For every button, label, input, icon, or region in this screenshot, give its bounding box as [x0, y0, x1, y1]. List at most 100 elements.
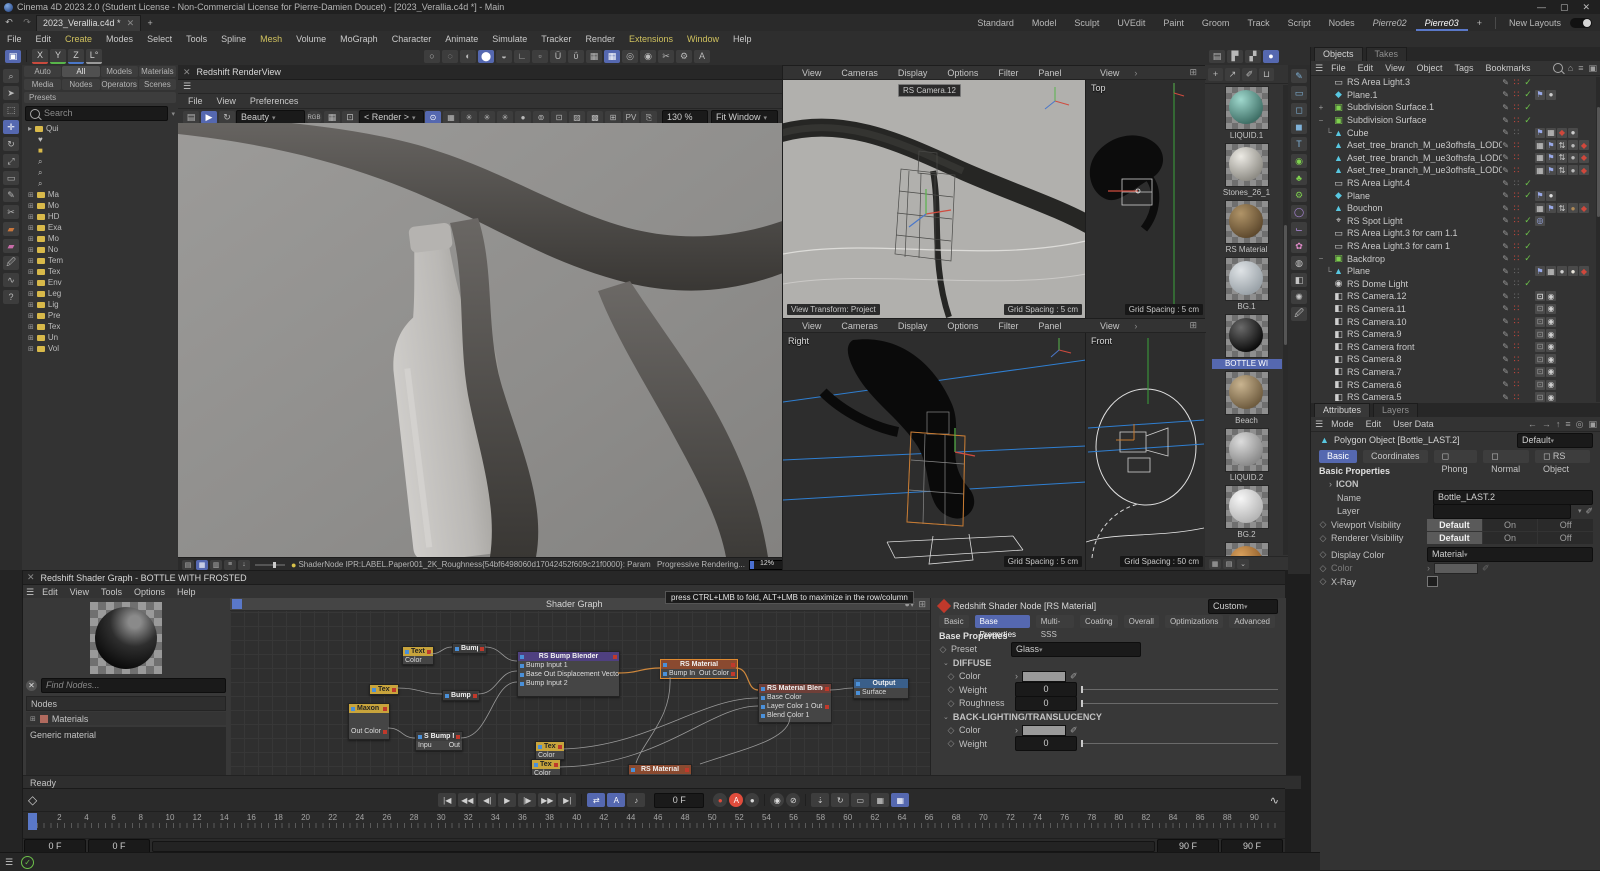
- asset-folder-row[interactable]: ⊞ HD: [22, 211, 178, 222]
- panel-menu-icon[interactable]: ☰: [183, 81, 191, 92]
- status-menu-icon[interactable]: ☰: [5, 857, 13, 868]
- option-off[interactable]: Off: [1538, 532, 1594, 545]
- create-tool-icon[interactable]: ◧: [1291, 273, 1307, 287]
- range-slider[interactable]: [152, 841, 1155, 852]
- timeline-ruler[interactable]: 0246810121416182022242628303234363840424…: [22, 811, 1285, 838]
- document-tab[interactable]: 2023_Verallia.c4d * ✕: [36, 14, 142, 31]
- attributes-menu-item[interactable]: Edit: [1360, 419, 1388, 429]
- material-thumbnail[interactable]: [1224, 86, 1269, 130]
- edit-icon[interactable]: ✎: [1502, 367, 1509, 376]
- object-tag-icon[interactable]: ●: [1568, 140, 1578, 151]
- object-tags[interactable]: ⊡ ◉: [1535, 366, 1593, 377]
- menu-item[interactable]: Character: [385, 34, 439, 44]
- object-tags[interactable]: ⚑ ●: [1535, 190, 1593, 201]
- menu-item[interactable]: Animate: [438, 34, 485, 44]
- eyedropper-icon[interactable]: ✐: [1070, 671, 1078, 682]
- object-tag-icon[interactable]: ◆: [1579, 152, 1589, 163]
- asset-folder-row[interactable]: ⊞ Lig: [22, 299, 178, 310]
- asset-folder-row[interactable]: ⊞ Leg: [22, 288, 178, 299]
- tool-icon[interactable]: ∿: [3, 273, 19, 287]
- object-menu-item[interactable]: Bookmarks: [1480, 63, 1537, 73]
- object-label[interactable]: Aset_tree_branch_M_ue3ofhsfa_LOD0.1: [1347, 153, 1502, 163]
- enabled-check-icon[interactable]: ✓: [1523, 241, 1533, 252]
- object-row[interactable]: └ ▭ RS Area Light.3 for cam 1.1 ✎ ∷ ✓: [1311, 227, 1600, 240]
- edit-icon[interactable]: ✎: [1502, 330, 1509, 339]
- materials-toolbar-icon[interactable]: +: [1208, 67, 1223, 81]
- option-off[interactable]: Off: [1538, 518, 1594, 531]
- axis-lock-button[interactable]: L°: [86, 48, 102, 64]
- shader-menu-item[interactable]: View: [64, 587, 95, 597]
- tool-icon[interactable]: ⬚: [3, 103, 19, 117]
- edit-icon[interactable]: ✎: [1502, 128, 1509, 137]
- material-label[interactable]: BOTTLE WI: [1211, 359, 1282, 369]
- material-label[interactable]: BG.2: [1212, 530, 1282, 540]
- object-label[interactable]: RS Area Light.3 for cam 1: [1347, 241, 1502, 251]
- find-nodes-field[interactable]: Find Nodes...: [41, 678, 226, 693]
- object-tag-icon[interactable]: ●: [1557, 266, 1567, 277]
- attributes-section-tab[interactable]: ◻ Phong: [1433, 449, 1478, 474]
- material-item[interactable]: Beach: [1212, 371, 1282, 426]
- asset-folder-row[interactable]: ⊞ Tex: [22, 266, 178, 277]
- edit-icon[interactable]: ✎: [1502, 393, 1509, 402]
- tool-icon[interactable]: ▭: [3, 171, 19, 185]
- preset-select[interactable]: Default▾: [1517, 432, 1593, 448]
- visibility-dots[interactable]: ∷: [1511, 165, 1521, 176]
- diffuse-color-swatch[interactable]: [1022, 670, 1066, 682]
- object-row[interactable]: └ ◉ RS Dome Light ✎ ∷ ✓: [1311, 278, 1600, 291]
- search-icon[interactable]: [1552, 63, 1563, 73]
- diffuse-roughness-slider[interactable]: [1081, 699, 1278, 707]
- attributes-tab[interactable]: Layers: [1373, 403, 1419, 417]
- toolbar-icon[interactable]: A: [694, 49, 710, 63]
- edit-icon[interactable]: ✎: [1502, 90, 1509, 99]
- playback-toggle[interactable]: ♪: [627, 793, 646, 807]
- backlight-weight-slider[interactable]: [1081, 740, 1278, 748]
- viewport-icon-maximize[interactable]: ⊞: [1184, 67, 1202, 78]
- menu-item[interactable]: Tools: [179, 34, 214, 44]
- object-tags[interactable]: ◎: [1535, 215, 1593, 226]
- object-menu-item[interactable]: Object: [1410, 63, 1448, 73]
- object-tag-icon[interactable]: ◉: [1546, 341, 1556, 352]
- visibility-dots[interactable]: ∷: [1511, 329, 1521, 340]
- materials-footer-icon[interactable]: ▦: [1209, 558, 1221, 569]
- chevron-down-icon[interactable]: ▾: [171, 110, 175, 118]
- attributes-nav-icon[interactable]: ◎: [1576, 419, 1584, 430]
- object-tag-icon[interactable]: ⊡: [1535, 303, 1545, 314]
- material-thumbnail[interactable]: [1224, 371, 1269, 415]
- object-row[interactable]: + └ ▣ Subdivision Surface.1 ✎ ∷ ✓: [1311, 101, 1600, 114]
- material-label[interactable]: LIQUID.1: [1212, 131, 1282, 141]
- toolbar-icon[interactable]: ◐: [460, 49, 476, 63]
- create-tool-icon[interactable]: ◍: [1291, 256, 1307, 270]
- playback-toggle[interactable]: ⇄: [587, 793, 606, 807]
- enabled-check-icon[interactable]: ✓: [1523, 278, 1533, 289]
- attributes-menu-item[interactable]: User Data: [1387, 419, 1440, 429]
- option-default[interactable]: Default: [1427, 518, 1482, 531]
- asset-folder-row[interactable]: ⊞ Mo: [22, 200, 178, 211]
- object-tags[interactable]: ⚑ ▦ ◆ ●: [1535, 127, 1593, 138]
- visibility-dots[interactable]: ∷: [1511, 89, 1521, 100]
- backlighting-group-header[interactable]: BACK-LIGHTING/TRANSLUCENCY: [953, 712, 1102, 722]
- create-tool-icon[interactable]: ◯: [1291, 205, 1307, 219]
- viewport-top[interactable]: View › ⊞ Top Grid Spacing : 5 cm: [1085, 65, 1207, 320]
- tool-icon[interactable]: ⤢: [3, 154, 19, 168]
- object-row[interactable]: └ ◧ RS Camera.8 ✎ ∷ ✓ ⊡◉: [1311, 353, 1600, 366]
- object-tag-icon[interactable]: ●: [1546, 89, 1556, 100]
- edit-icon[interactable]: ✎: [1502, 279, 1509, 288]
- object-tag-icon[interactable]: ⚑: [1535, 127, 1545, 138]
- key-filter-button[interactable]: ◉: [770, 793, 785, 807]
- toolbar-icon[interactable]: ∟: [514, 49, 530, 63]
- asset-folder-row[interactable]: ⊞ Mo: [22, 233, 178, 244]
- graph-maximize-icon[interactable]: ⊞: [918, 599, 926, 610]
- materials-tree-item[interactable]: ⊞ Materials: [26, 712, 226, 725]
- object-label[interactable]: Subdivision Surface: [1347, 115, 1502, 125]
- object-row[interactable]: └ ▲ Aset_tree_branch_M_ue3ofhsfa_LOD0 ✎ …: [1311, 164, 1600, 177]
- viewport-menu-item[interactable]: Filter: [988, 321, 1028, 331]
- object-tags[interactable]: ⊡ ◉: [1535, 329, 1593, 340]
- object-tag-icon[interactable]: ◉: [1546, 379, 1556, 390]
- edit-icon[interactable]: ✎: [1502, 191, 1509, 200]
- toolbar-icon[interactable]: ◎: [622, 49, 638, 63]
- create-tool-icon[interactable]: ▭: [1291, 86, 1307, 100]
- tool-icon[interactable]: ✛: [3, 120, 19, 134]
- visibility-dots[interactable]: ∷: [1511, 266, 1521, 277]
- tool-icon[interactable]: ▰: [3, 239, 19, 253]
- edit-icon[interactable]: ✎: [1502, 229, 1509, 238]
